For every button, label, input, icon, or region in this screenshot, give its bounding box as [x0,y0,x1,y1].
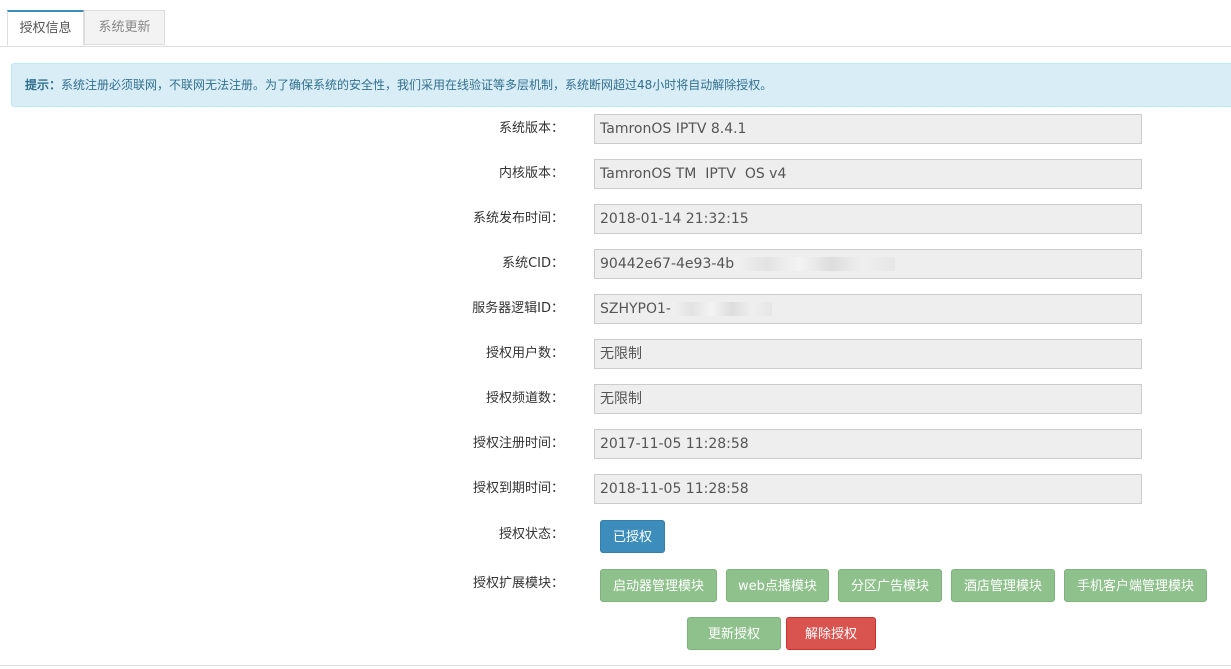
field-row-license-status: 授权状态： 已授权 [0,520,1231,553]
system-cid-field: 90442e67-4e93-4b [594,249,1142,279]
kernel-version-field: TamronOS TM IPTV OS v4 [594,159,1142,189]
licensed-status-badge[interactable]: 已授权 [600,520,665,553]
kernel-version-label: 内核版本： [498,166,564,181]
field-row-server-logical-id: 服务器逻辑ID： SZHYPO1- [0,294,1231,324]
licensed-channels-label: 授权频道数： [485,391,564,406]
server-logical-id-value: SZHYPO1- [600,301,671,317]
tab-system-update[interactable]: 系统更新 [84,10,165,45]
expiry-time-label: 授权到期时间： [472,481,564,496]
field-row-kernel-version: 内核版本： TamronOS TM IPTV OS v4 [0,159,1231,189]
tab-license-info[interactable]: 授权信息 [7,10,84,46]
release-time-value: 2018-01-14 21:32:15 [600,211,749,227]
registration-time-label: 授权注册时间： [472,436,564,451]
release-time-label: 系统发布时间： [472,211,564,226]
tab-bar: 授权信息 系统更新 [0,0,1231,47]
system-version-value: TamronOS IPTV 8.4.1 [600,121,747,137]
module-launcher-button[interactable]: 启动器管理模块 [600,569,717,602]
registration-time-value: 2017-11-05 11:28:58 [600,436,749,452]
server-logical-id-field: SZHYPO1- [594,294,1142,324]
licensed-users-label: 授权用户数： [485,346,564,361]
notice-text: 系统注册必须联网，不联网无法注册。为了确保系统的安全性，我们采用在线验证等多层机… [61,78,773,92]
field-row-system-version: 系统版本： TamronOS IPTV 8.4.1 [0,114,1231,144]
field-row-expiry-time: 授权到期时间： 2018-11-05 11:28:58 [0,474,1231,504]
redaction-blur [735,257,896,271]
licensed-channels-field: 无限制 [594,384,1142,414]
module-mobile-client-button[interactable]: 手机客户端管理模块 [1064,569,1207,602]
system-cid-label: 系统CID： [502,256,564,271]
field-row-licensed-users: 授权用户数： 无限制 [0,339,1231,369]
field-row-release-time: 系统发布时间： 2018-01-14 21:32:15 [0,204,1231,234]
module-vod-button[interactable]: web点播模块 [726,569,829,602]
expiry-time-field: 2018-11-05 11:28:58 [594,474,1142,504]
notice-alert: 提示：系统注册必须联网，不联网无法注册。为了确保系统的安全性，我们采用在线验证等… [11,63,1231,107]
license-status-label: 授权状态： [498,527,564,542]
extension-modules-label: 授权扩展模块： [472,576,564,591]
field-row-registration-time: 授权注册时间： 2017-11-05 11:28:58 [0,429,1231,459]
system-version-label: 系统版本： [498,121,564,136]
field-row-extension-modules: 授权扩展模块： 启动器管理模块 web点播模块 分区广告模块 酒店管理模块 手机… [0,569,1231,602]
remove-license-button[interactable]: 解除授权 [786,617,876,650]
licensed-users-value: 无限制 [600,346,642,362]
bottom-divider [0,665,1231,666]
system-version-field: TamronOS IPTV 8.4.1 [594,114,1142,144]
server-logical-id-label: 服务器逻辑ID： [472,301,564,316]
licensed-channels-value: 无限制 [600,391,642,407]
kernel-version-value: TamronOS TM IPTV OS v4 [600,166,787,182]
module-zone-ads-button[interactable]: 分区广告模块 [838,569,942,602]
update-license-button[interactable]: 更新授权 [687,617,781,650]
module-hotel-button[interactable]: 酒店管理模块 [951,569,1055,602]
field-row-licensed-channels: 授权频道数： 无限制 [0,384,1231,414]
licensed-users-field: 无限制 [594,339,1142,369]
expiry-time-value: 2018-11-05 11:28:58 [600,481,749,497]
notice-prefix: 提示： [25,78,62,92]
redaction-blur [671,302,772,316]
registration-time-field: 2017-11-05 11:28:58 [594,429,1142,459]
field-row-system-cid: 系统CID： 90442e67-4e93-4b [0,249,1231,279]
release-time-field: 2018-01-14 21:32:15 [594,204,1142,234]
system-cid-value: 90442e67-4e93-4b [600,256,735,272]
